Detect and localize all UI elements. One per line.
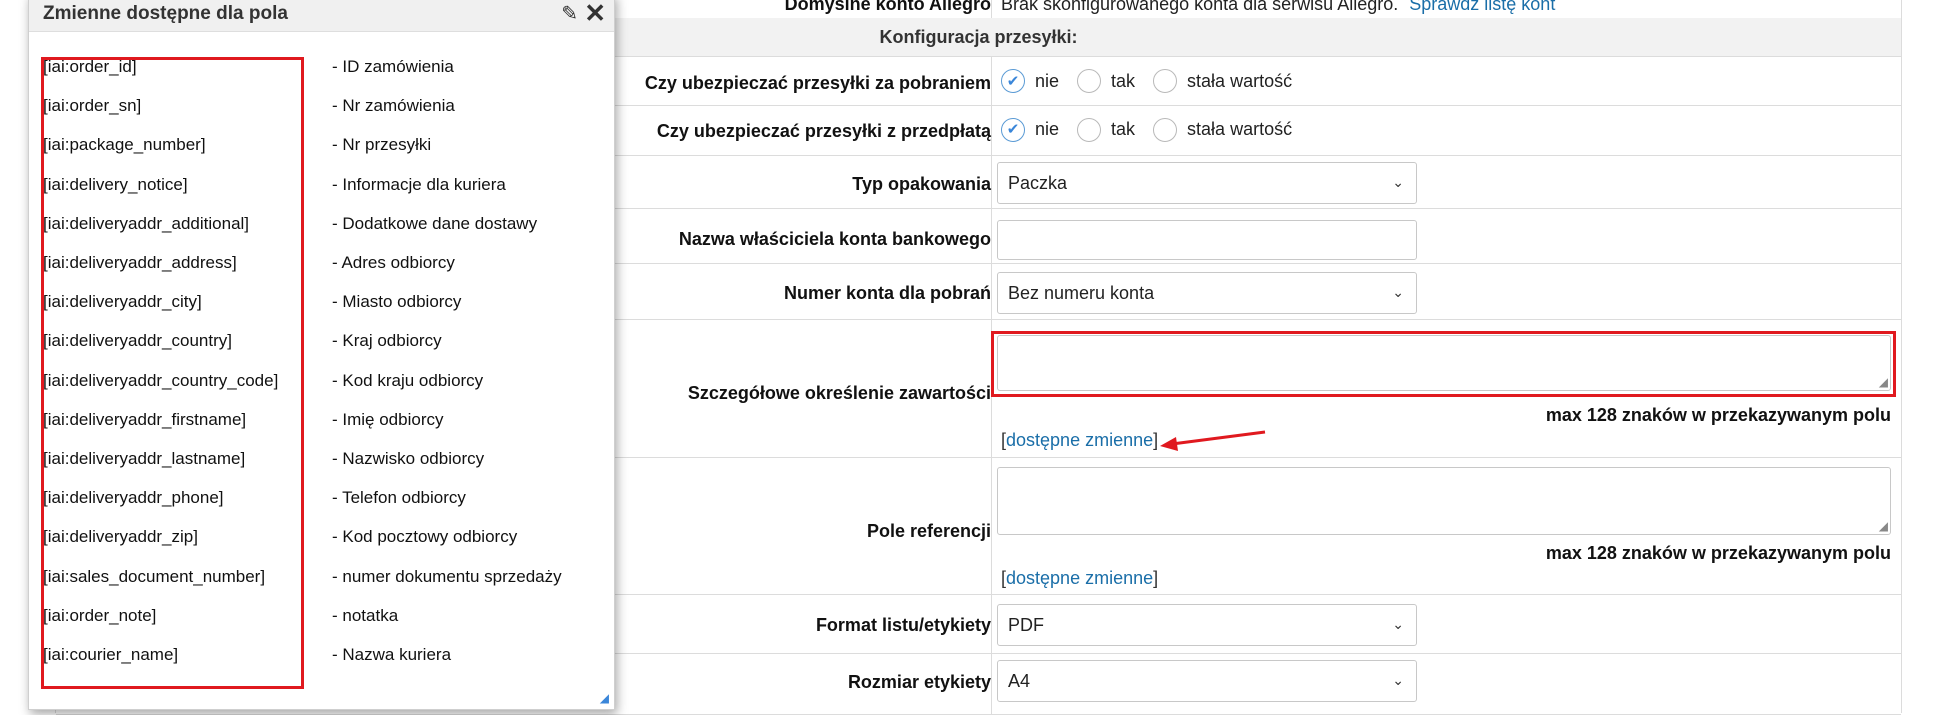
insure-cod-option-fixed[interactable]: stała wartość [1153,69,1292,93]
variable-description: - Nr zamówienia [332,96,455,116]
insure-prepaid-option-tak[interactable]: tak [1077,117,1136,142]
label-size-select[interactable]: A4 ⌄ [997,660,1417,702]
column-divider [991,264,992,319]
chevron-down-icon: ⌄ [1392,616,1404,632]
package-type-select[interactable]: Paczka ⌄ [997,162,1417,204]
insure-cod-option-tak[interactable]: tak [1077,69,1135,93]
variable-description: - Kraj odbiorcy [332,331,442,351]
chevron-down-icon: ⌄ [1392,284,1404,300]
option-label: nie [1035,119,1060,139]
column-divider [991,0,992,18]
chevron-down-icon: ⌄ [1392,174,1404,190]
contents-variables-link[interactable]: dostępne zmienne [1006,430,1153,450]
variable-description: - ID zamówienia [332,57,454,76]
radio-unchecked[interactable] [1077,117,1102,142]
option-label: nie [1035,70,1060,91]
variable-description: - Kod kraju odbiorcy [332,370,484,390]
select-value: Bez numeru konta [1008,282,1155,303]
insure-prepaid-options: ✔ nie tak stała wartość [1001,106,1901,153]
cod-account-select[interactable]: Bez numeru konta ⌄ [997,272,1417,314]
radio-checked[interactable]: ✔ [1001,117,1025,142]
column-divider [991,106,992,155]
variable-description: - numer dokumentu sprzedaży [332,566,562,586]
variable-description: - notatka [332,605,399,625]
check-icon: ✔ [1006,121,1020,138]
variable-description: - Informacje dla kuriera [332,174,506,194]
variable-description: - Imię odbiorcy [332,409,444,429]
variable-description: - Kod pocztowy odbiorcy [332,527,518,547]
default-allegro-account-value: Brak skonfigurowanego konta dla serwisu … [1001,0,1901,15]
variable-description: - Nazwa kuriera [332,645,452,664]
check-accounts-link[interactable]: Sprawdź listę kont [1409,0,1555,14]
variable-description: - Adres odbiorcy [332,253,455,272]
variables-popup: Zmienne dostępne dla pola ✎ ✕ [iai:order… [28,0,615,710]
option-label: stała wartość [1187,70,1293,91]
option-label: tak [1111,119,1136,139]
close-icon[interactable]: ✕ [584,0,606,29]
check-icon: ✔ [1006,72,1020,90]
variable-description: - Nazwisko odbiorcy [332,449,485,468]
reference-variables-link[interactable]: dostępne zmienne [1006,568,1153,588]
select-value: PDF [1008,614,1044,635]
insure-prepaid-option-nie[interactable]: ✔ nie [1001,117,1060,142]
radio-checked[interactable]: ✔ [1001,69,1025,93]
radio-unchecked[interactable] [1153,69,1178,93]
chevron-down-icon: ⌄ [1392,672,1404,688]
reference-variables-link-wrap: [dostępne zmienne] [1001,568,1159,588]
column-divider [991,57,992,105]
annotation-highlight-box [41,57,304,689]
column-divider [991,595,992,653]
account-owner-input[interactable] [997,220,1417,260]
insure-prepaid-option-fixed[interactable]: stała wartość [1153,117,1293,142]
popup-title: Zmienne dostępne dla pola [43,3,288,24]
resize-grip-icon[interactable]: ◢ [600,691,609,705]
column-divider [991,156,992,208]
variable-description: - Dodatkowe dane dostawy [332,213,538,233]
select-value: Paczka [1008,172,1068,193]
insure-cod-options: ✔ nie tak stała wartość [1001,57,1901,105]
reference-hint: max 128 znaków w przekazywanym polu [1545,543,1891,563]
resize-grip-icon[interactable]: ◢ [1879,519,1888,533]
variable-description: - Miasto odbiorcy [332,292,462,312]
option-label: stała wartość [1187,119,1293,139]
variable-description: - Telefon odbiorcy [332,488,466,508]
column-divider [991,654,992,714]
variable-description: - Nr przesyłki [332,135,432,155]
column-divider [991,209,992,263]
label-format-select[interactable]: PDF ⌄ [997,604,1417,646]
radio-unchecked[interactable] [1153,117,1178,142]
reference-textarea[interactable]: ◢ [997,467,1891,535]
column-divider [991,458,992,594]
contents-hint: max 128 znaków w przekazywanym polu [1545,405,1891,425]
insure-cod-option-nie[interactable]: ✔ nie [1001,69,1059,93]
no-account-text: Brak skonfigurowanego konta dla serwisu … [1001,0,1399,14]
annotation-highlight-box [991,331,1896,397]
contents-variables-link-wrap: [dostępne zmienne] [1001,430,1159,450]
radio-unchecked[interactable] [1077,69,1102,93]
option-label: tak [1111,70,1136,91]
pin-icon[interactable]: ✎ [561,1,578,26]
select-value: A4 [1008,670,1031,691]
